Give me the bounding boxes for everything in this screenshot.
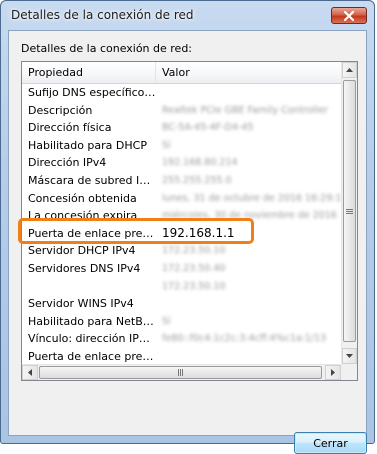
- property-cell: Habilitado para NetBios ...: [28, 314, 156, 328]
- value-cell: BC-5A-45-4F-D4-45: [162, 122, 254, 134]
- property-cell: Concesión obtenida: [28, 191, 137, 205]
- value-cell: fe80::f0c4:1c2c:3:4cff:4%c1a:1/13: [162, 333, 327, 345]
- list-row[interactable]: Dirección física BC-5A-45-4F-D4-45: [22, 119, 342, 137]
- property-cell: Servidores DNS IPv4: [28, 261, 141, 275]
- list-row[interactable]: Servidores DNS IPv4 172.23.50.40: [22, 260, 342, 278]
- close-button[interactable]: Cerrar: [294, 432, 367, 454]
- title-bar: Detalles de la conexión de red: [1, 1, 374, 29]
- property-cell: Dirección IPv4: [28, 156, 107, 170]
- value-cell: 172.23.50.40: [162, 262, 226, 274]
- list-row[interactable]: Servidor DHCP IPv4 172.23.50.10: [22, 242, 342, 260]
- close-x-icon: [343, 10, 355, 21]
- value-cell: Sí: [162, 139, 171, 151]
- window-title: Detalles de la conexión de red: [11, 8, 194, 22]
- property-cell: Habilitado para DHCP: [28, 138, 147, 152]
- value-cell: Realtek PCIe GBE Family Controller: [162, 104, 328, 116]
- list-row[interactable]: Concesión obtenida lunes, 31 de octubre d…: [22, 190, 342, 208]
- scroll-up-arrow-icon: [346, 68, 353, 72]
- property-cell: Máscara de subred IPv4: [28, 173, 156, 187]
- column-header-property[interactable]: Propiedad: [22, 62, 156, 83]
- property-cell: Puerta de enlace predet...: [28, 349, 156, 363]
- list-row[interactable]: Servidor WINS IPv4: [22, 295, 342, 313]
- grip-icon: [346, 208, 353, 214]
- value-cell: 255.255.255.0: [162, 174, 232, 186]
- window-close-button[interactable]: [331, 7, 367, 24]
- scroll-up-button[interactable]: [342, 62, 357, 78]
- column-header-value[interactable]: Valor: [156, 62, 342, 83]
- scroll-right-button[interactable]: [325, 365, 341, 380]
- list-row[interactable]: Máscara de subred IPv4 255.255.255.0: [22, 172, 342, 190]
- scroll-down-arrow-icon: [346, 354, 353, 358]
- property-cell: Sufijo DNS específico p...: [28, 86, 156, 99]
- value-cell: 192.168.80.214: [162, 157, 238, 169]
- value-cell: Sí: [162, 315, 171, 327]
- scroll-down-button[interactable]: [342, 348, 357, 364]
- scroll-left-button[interactable]: [22, 365, 38, 380]
- list-row[interactable]: Vínculo: dirección IPv61... fe80::f0c4:1c…: [22, 330, 342, 348]
- scrollbar-corner: [341, 364, 357, 380]
- value-cell: 172.23.50.10: [162, 280, 226, 292]
- list-row[interactable]: Puerta de enlace predet...: [22, 348, 342, 366]
- scroll-left-arrow-icon: [28, 369, 32, 376]
- section-label: Detalles de la conexión de red:: [21, 42, 193, 55]
- property-cell: Vínculo: dirección IPv61...: [28, 332, 156, 346]
- property-cell: Servidor WINS IPv4: [28, 297, 134, 311]
- highlight-annotation: [18, 218, 254, 244]
- list-header: Propiedad Valor: [22, 62, 342, 84]
- vertical-scrollbar[interactable]: [341, 62, 357, 364]
- horizontal-scrollbar[interactable]: [22, 364, 342, 380]
- horizontal-scroll-thumb[interactable]: [39, 366, 322, 379]
- scroll-right-arrow-icon: [331, 369, 335, 376]
- list-row[interactable]: Sufijo DNS específico p...: [22, 84, 342, 102]
- property-cell: Servidor DHCP IPv4: [28, 244, 136, 258]
- list-row[interactable]: Dirección IPv4 192.168.80.214: [22, 154, 342, 172]
- property-cell: Dirección física: [28, 121, 112, 135]
- grip-icon: [178, 369, 183, 376]
- list-row[interactable]: Descripción Realtek PCIe GBE Family Contr…: [22, 102, 342, 120]
- value-cell: 172.23.50.10: [162, 245, 226, 257]
- value-cell: lunes, 31 de octubre de 2016 16:29:15: [162, 192, 342, 204]
- list-row[interactable]: Habilitado para NetBios ... Sí: [22, 313, 342, 331]
- property-cell: Descripción: [28, 103, 93, 117]
- vertical-scroll-thumb[interactable]: [343, 80, 356, 342]
- list-row[interactable]: 172.23.50.10: [22, 278, 342, 296]
- list-row[interactable]: Habilitado para DHCP Sí: [22, 137, 342, 155]
